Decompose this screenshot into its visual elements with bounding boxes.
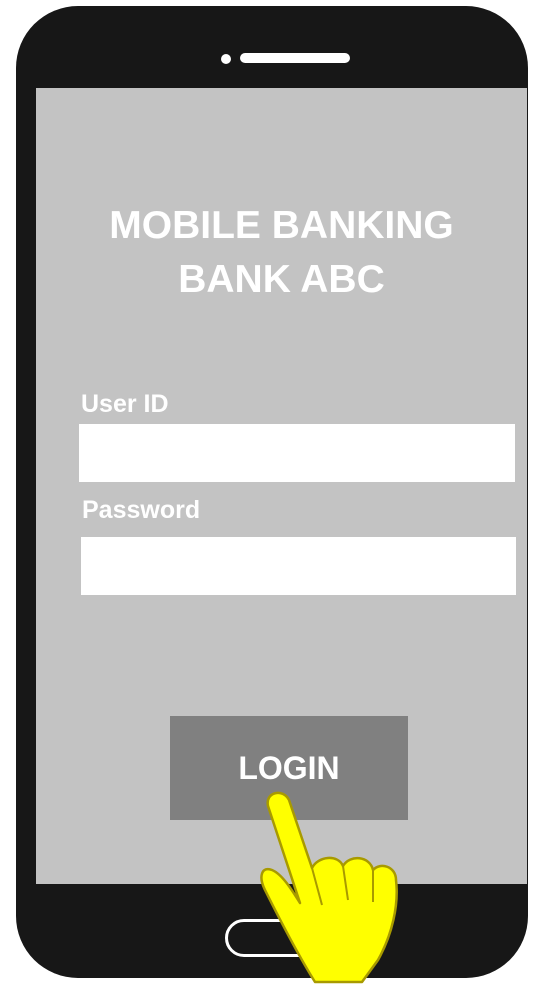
- app-title-line1: MOBILE BANKING: [109, 204, 454, 247]
- home-button[interactable]: [225, 919, 335, 957]
- user-id-input[interactable]: [79, 424, 515, 482]
- phone-frame: MOBILE BANKING BANK ABC User ID Password…: [16, 6, 528, 978]
- password-label: Password: [82, 496, 201, 524]
- user-id-label: User ID: [81, 390, 169, 418]
- app-title-line2: BANK ABC: [178, 258, 385, 301]
- login-button[interactable]: LOGIN: [170, 716, 408, 820]
- speaker-icon: [240, 53, 350, 63]
- login-screen: MOBILE BANKING BANK ABC User ID Password…: [36, 88, 527, 884]
- password-input[interactable]: [81, 537, 516, 595]
- front-camera-icon: [221, 54, 231, 64]
